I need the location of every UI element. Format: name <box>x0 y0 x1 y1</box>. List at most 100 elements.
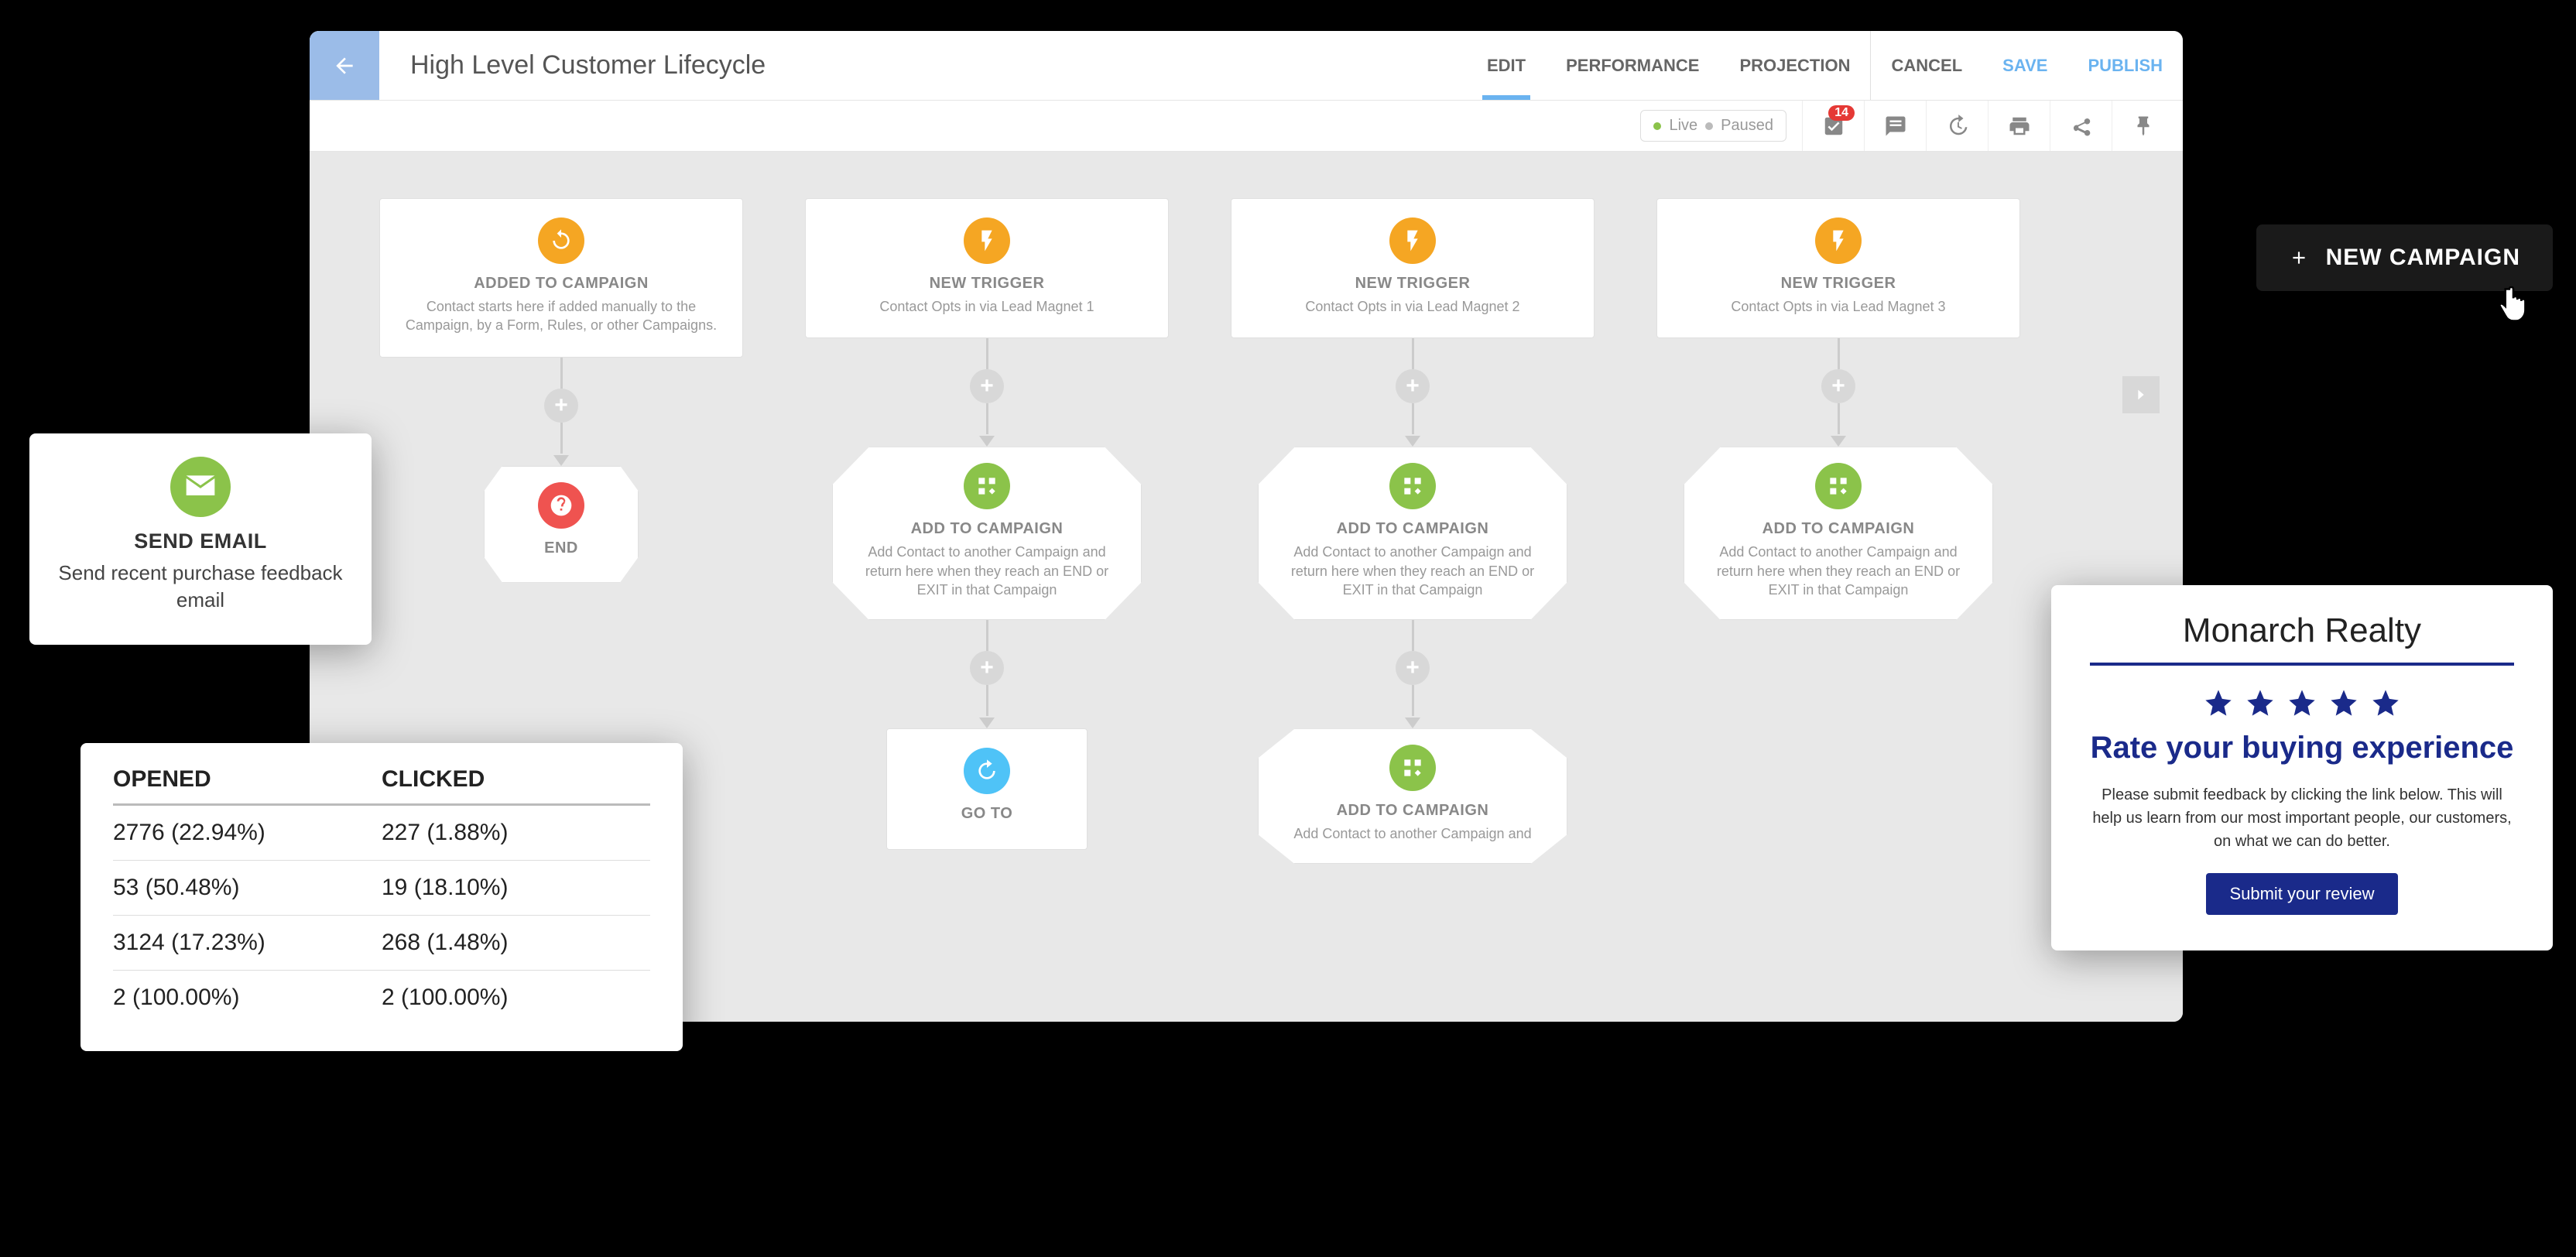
notes-button[interactable] <box>1864 101 1926 151</box>
lightning-icon <box>964 217 1010 264</box>
node-desc: Contact Opts in via Lead Magnet 1 <box>827 297 1146 316</box>
header-tabs: EDIT PERFORMANCE PROJECTION CANCEL SAVE … <box>1467 31 2183 100</box>
trigger-node[interactable]: NEW TRIGGER Contact Opts in via Lead Mag… <box>1656 198 2020 338</box>
star-icon <box>2370 687 2401 718</box>
campaign-icon <box>1815 463 1862 509</box>
connector-line <box>1838 403 1840 434</box>
connector-line <box>1838 338 1840 369</box>
goto-icon <box>964 748 1010 794</box>
node-title: NEW TRIGGER <box>827 275 1146 293</box>
tab-publish[interactable]: PUBLISH <box>2067 31 2183 100</box>
add-to-campaign-node[interactable]: ADD TO CAMPAIGN Add Contact to another C… <box>1258 447 1567 620</box>
tab-cancel[interactable]: CANCEL <box>1870 31 1982 100</box>
print-icon <box>2008 115 2031 138</box>
notification-badge: 14 <box>1828 105 1855 121</box>
connector-line <box>1412 685 1414 716</box>
arrow-left-icon <box>332 53 357 78</box>
add-step-button[interactable]: + <box>970 651 1004 685</box>
share-icon <box>2070 115 2093 138</box>
trigger-node[interactable]: NEW TRIGGER Contact Opts in via Lead Mag… <box>1231 198 1595 338</box>
end-node[interactable]: END <box>484 466 639 583</box>
node-desc: Add Contact to another Campaign and <box>1285 824 1540 843</box>
node-title: ADD TO CAMPAIGN <box>1285 802 1540 820</box>
stop-icon <box>538 482 584 529</box>
pin-button[interactable] <box>2112 101 2174 151</box>
add-to-campaign-node[interactable]: ADD TO CAMPAIGN Add Contact to another C… <box>832 447 1142 620</box>
add-step-button[interactable]: + <box>1821 369 1855 403</box>
arrow-down-icon <box>979 436 995 447</box>
flow-column: NEW TRIGGER Contact Opts in via Lead Mag… <box>1656 198 2020 864</box>
history-icon <box>1946 115 1969 138</box>
node-title: END <box>511 539 611 557</box>
star-icon <box>2287 687 2317 718</box>
add-column-button[interactable] <box>2122 376 2160 413</box>
tab-performance[interactable]: PERFORMANCE <box>1546 31 1719 100</box>
node-title: NEW TRIGGER <box>1679 275 1998 293</box>
goto-node[interactable]: GO TO <box>886 728 1088 850</box>
connector-line <box>986 338 988 369</box>
tab-projection[interactable]: PROJECTION <box>1719 31 1870 100</box>
history-button[interactable] <box>1926 101 1988 151</box>
chevron-right-icon <box>2132 386 2150 403</box>
pin-icon <box>2132 115 2155 138</box>
status-live-label: Live <box>1669 117 1697 135</box>
share-button[interactable] <box>2050 101 2112 151</box>
connector-line <box>986 620 988 651</box>
table-row: 3124 (17.23%) 268 (1.48%) <box>113 916 650 971</box>
campaign-icon <box>1389 745 1436 791</box>
send-email-title: SEND EMAIL <box>57 529 344 553</box>
trigger-node[interactable]: ADDED TO CAMPAIGN Contact starts here if… <box>379 198 743 358</box>
add-to-campaign-node[interactable]: ADD TO CAMPAIGN Add Contact to another C… <box>1684 447 1993 620</box>
arrow-down-icon <box>1831 436 1846 447</box>
stats-header: OPENED CLICKED <box>113 766 650 806</box>
node-desc: Add Contact to another Campaign and retu… <box>859 543 1115 599</box>
checklist-button[interactable]: 14 <box>1802 101 1864 151</box>
trigger-node[interactable]: NEW TRIGGER Contact Opts in via Lead Mag… <box>805 198 1169 338</box>
connector-line <box>560 358 563 389</box>
node-desc: Contact Opts in via Lead Magnet 3 <box>1679 297 1998 316</box>
flow-column: NEW TRIGGER Contact Opts in via Lead Mag… <box>1231 198 1595 864</box>
divider <box>2090 663 2514 666</box>
add-step-button[interactable]: + <box>970 369 1004 403</box>
lightning-icon <box>1389 217 1436 264</box>
tab-edit[interactable]: EDIT <box>1467 31 1546 100</box>
star-icon <box>2328 687 2359 718</box>
connector-line <box>560 423 563 454</box>
paused-dot-icon <box>1705 122 1713 130</box>
campaign-icon <box>964 463 1010 509</box>
connector-line <box>986 403 988 434</box>
table-row: 2776 (22.94%) 227 (1.88%) <box>113 806 650 861</box>
cell-clicked: 268 (1.48%) <box>382 930 650 956</box>
add-step-button[interactable]: + <box>1396 651 1430 685</box>
rating-stars[interactable] <box>2090 687 2514 718</box>
page-title: High Level Customer Lifecycle <box>379 31 796 100</box>
star-icon <box>2203 687 2234 718</box>
arrow-down-icon <box>1405 718 1420 728</box>
add-step-button[interactable]: + <box>544 389 578 423</box>
col-opened: OPENED <box>113 766 382 793</box>
node-title: ADDED TO CAMPAIGN <box>402 275 721 293</box>
add-step-button[interactable]: + <box>1396 369 1430 403</box>
lightning-icon <box>1815 217 1862 264</box>
arrow-down-icon <box>553 455 569 466</box>
new-campaign-label: NEW CAMPAIGN <box>2326 245 2520 271</box>
print-button[interactable] <box>1988 101 2050 151</box>
cell-clicked: 2 (100.00%) <box>382 985 650 1011</box>
connector-line <box>1412 620 1414 651</box>
feedback-card: Monarch Realty Rate your buying experien… <box>2051 585 2553 950</box>
campaign-icon <box>1389 463 1436 509</box>
back-button[interactable] <box>310 31 379 100</box>
toolbar: Live Paused 14 <box>310 101 2183 152</box>
submit-review-button[interactable]: Submit your review <box>2206 873 2397 915</box>
col-clicked: CLICKED <box>382 766 650 793</box>
status-pill[interactable]: Live Paused <box>1640 110 1786 142</box>
feedback-brand: Monarch Realty <box>2090 611 2514 650</box>
stats-card: OPENED CLICKED 2776 (22.94%) 227 (1.88%)… <box>80 743 683 1051</box>
star-icon <box>2245 687 2276 718</box>
node-desc: Add Contact to another Campaign and retu… <box>1711 543 1966 599</box>
tab-save[interactable]: SAVE <box>1982 31 2067 100</box>
new-campaign-button[interactable]: NEW CAMPAIGN <box>2256 224 2553 291</box>
add-to-campaign-node[interactable]: ADD TO CAMPAIGN Add Contact to another C… <box>1258 728 1567 864</box>
node-title: ADD TO CAMPAIGN <box>1285 520 1540 538</box>
send-email-card[interactable]: SEND EMAIL Send recent purchase feedback… <box>29 433 372 645</box>
